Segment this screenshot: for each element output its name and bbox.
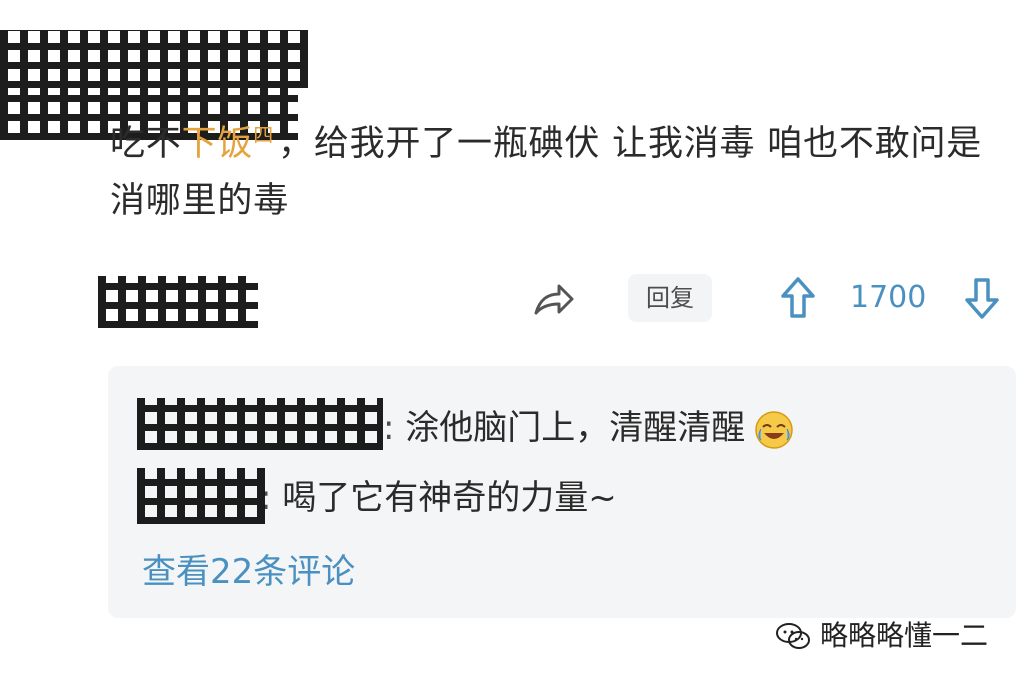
masked-reply-author xyxy=(137,468,265,524)
reply-text: 涂他脑门上，清醒清醒 xyxy=(405,408,746,448)
watermark-label: 略略略懂一二 xyxy=(819,619,988,652)
down-arrow-icon[interactable] xyxy=(962,274,1002,322)
wechat-icon xyxy=(775,623,810,649)
reply-separator: : xyxy=(383,408,406,448)
share-icon[interactable] xyxy=(530,278,576,320)
reply-button[interactable]: 回复 xyxy=(628,274,712,322)
comment-actions: 回复 1700 xyxy=(0,266,1024,330)
comment-card: 吃不下饭四 ，给我开了一瓶碘伏 让我消毒 咱也不敢问是消哪里的毒 回复 1700 … xyxy=(0,0,1024,683)
comment-text: 吃不下饭四 ，给我开了一瓶碘伏 让我消毒 咱也不敢问是消哪里的毒 xyxy=(110,116,990,230)
view-more-link[interactable]: 查看22条评论 xyxy=(142,546,355,598)
vote-count: 1700 xyxy=(850,280,927,315)
masked-name-mosaic xyxy=(0,30,308,88)
laughing-crying-emoji-icon xyxy=(755,410,794,449)
book-icon: 四 xyxy=(253,123,275,148)
source-watermark: 略略略懂一二 xyxy=(774,616,988,656)
masked-reply-author xyxy=(137,398,383,450)
comment-prefix: 吃不 xyxy=(110,124,182,164)
up-arrow-icon[interactable] xyxy=(778,274,818,322)
comment-tag: 下饭 xyxy=(181,124,254,164)
reply-text: 喝了它有神奇的力量~ xyxy=(282,478,617,518)
